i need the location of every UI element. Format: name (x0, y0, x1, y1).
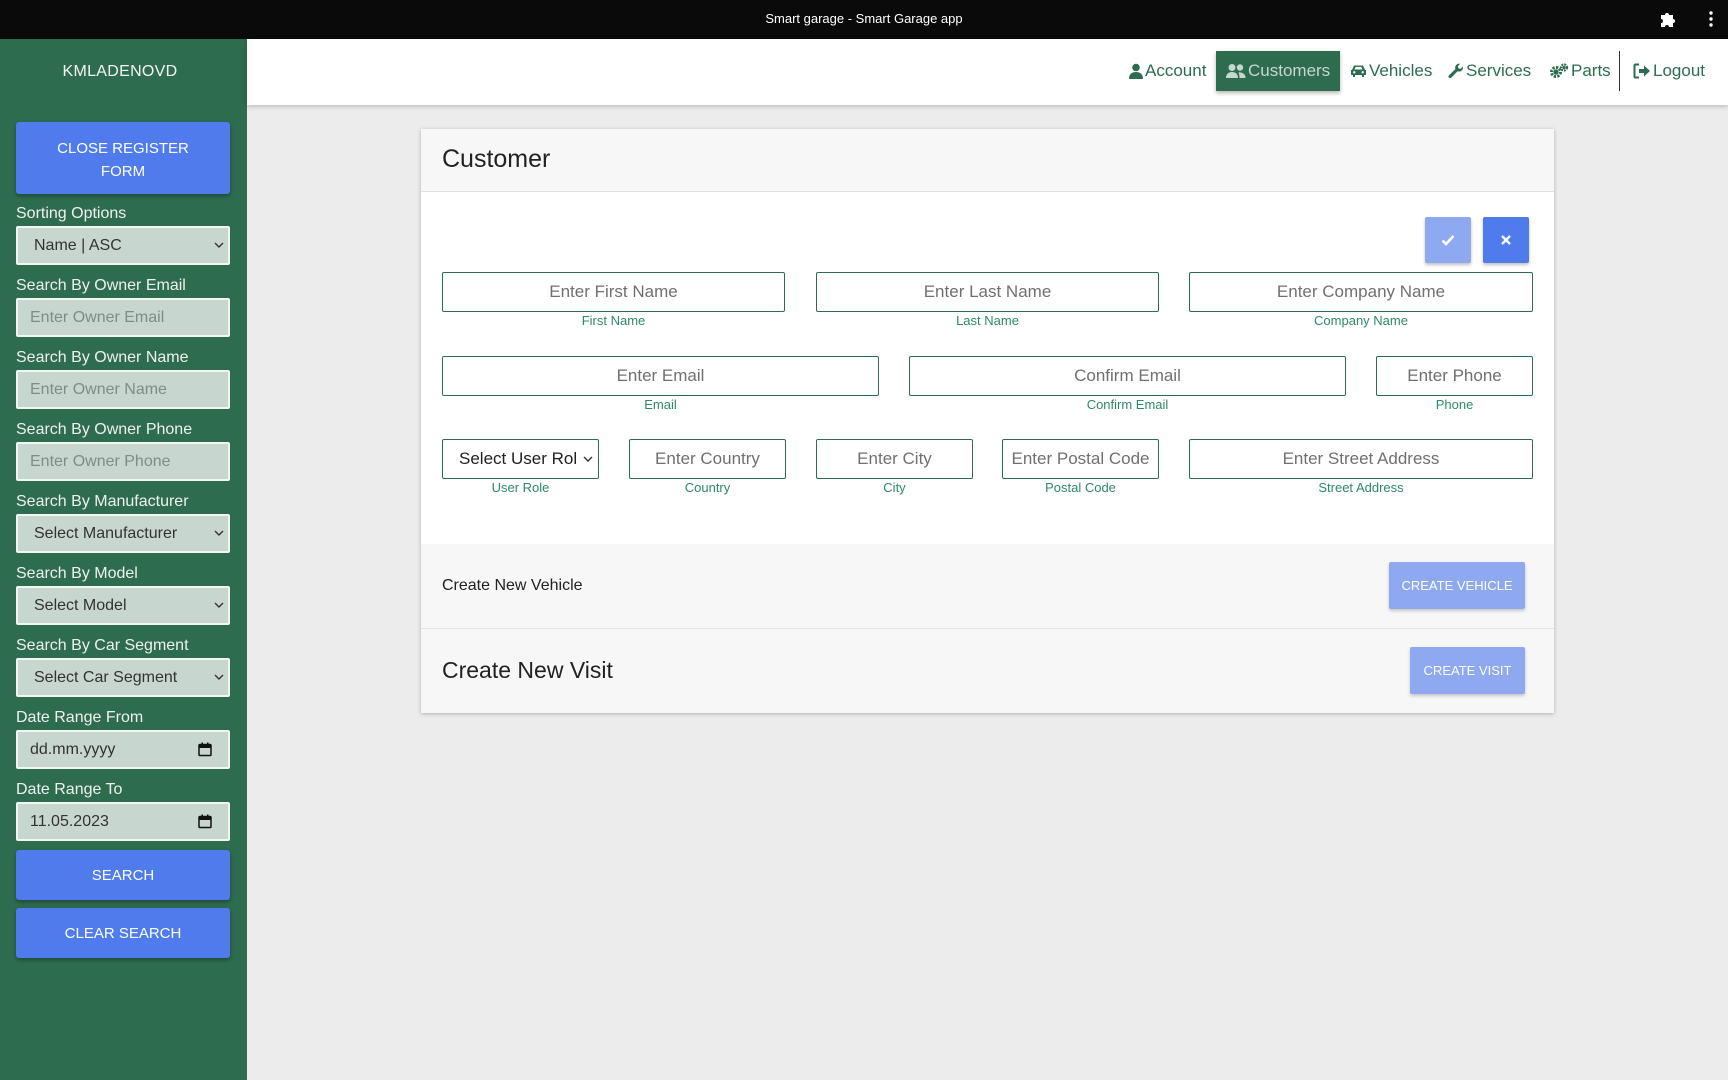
card-header: Customer (421, 129, 1554, 192)
car-segment-label: Search By Car Segment (16, 637, 189, 654)
user-role-select[interactable]: Select User Rol (442, 439, 599, 479)
chevron-down-icon (214, 674, 224, 680)
first-name-label: First Name (581, 313, 646, 328)
user-role-label: User Role (491, 480, 550, 495)
country-input[interactable]: Enter Country (629, 439, 786, 479)
date-from-label: Date Range From (16, 709, 144, 726)
chevron-down-icon (583, 456, 593, 462)
user-icon (1129, 63, 1143, 79)
window-title: Smart garage - Smart Garage app (765, 11, 963, 26)
gears-icon (1550, 63, 1569, 78)
clear-search-button[interactable]: CLEAR SEARCH (16, 908, 230, 958)
create-vehicle-button[interactable]: CREATE VEHICLE (1389, 562, 1525, 609)
owner-email-label: Search By Owner Email (16, 277, 186, 294)
nav-account-label: Account (1145, 61, 1207, 80)
browser-menu-icon[interactable] (1708, 10, 1714, 28)
chevron-down-icon (214, 602, 224, 608)
email-label: Email (644, 397, 677, 412)
create-visit-button[interactable]: CREATE VISIT (1410, 647, 1525, 694)
nav-account[interactable]: Account (1119, 51, 1216, 91)
company-name-input[interactable]: Enter Company Name (1189, 272, 1533, 312)
confirm-button[interactable] (1425, 217, 1471, 263)
card-title: Customer (442, 145, 551, 173)
sorting-options-label: Sorting Options (16, 205, 127, 222)
users-icon (1226, 64, 1246, 78)
manufacturer-label: Search By Manufacturer (16, 493, 189, 510)
street-address-label: Street Address (1318, 480, 1404, 495)
nav-vehicles-label: Vehicles (1369, 61, 1433, 80)
car-segment-value: Select Car Segment (34, 669, 178, 686)
date-to-input[interactable]: 11.05.2023 (16, 802, 230, 841)
calendar-icon[interactable] (198, 814, 212, 829)
phone-input[interactable]: Enter Phone (1376, 356, 1533, 396)
nav-vehicles[interactable]: Vehicles (1340, 51, 1442, 91)
email-input[interactable]: Enter Email (442, 356, 879, 396)
street-address-input[interactable]: Enter Street Address (1189, 439, 1533, 479)
owner-email-input[interactable]: Enter Owner Email (16, 298, 230, 337)
check-icon (1441, 235, 1455, 246)
extensions-puzzle-icon[interactable] (1658, 10, 1676, 28)
date-from-value: dd.mm.yyyy (30, 741, 116, 758)
close-register-form-button[interactable]: CLOSE REGISTER FORM (16, 122, 230, 194)
sorting-options-select[interactable]: Name | ASC (16, 226, 230, 265)
sidebar: KMLADENOVD CLOSE REGISTER FORM Sorting O… (0, 39, 247, 1080)
user-role-value: Select User Rol (459, 449, 578, 468)
sidebar-username: KMLADENOVD (62, 63, 178, 80)
create-visit-section: Create New Visit CREATE VISIT (421, 629, 1554, 713)
nav-parts[interactable]: Parts (1539, 51, 1621, 91)
model-select[interactable]: Select Model (16, 586, 230, 625)
window-titlebar: Smart garage - Smart Garage app (0, 0, 1728, 39)
create-visit-title: Create New Visit (442, 657, 613, 683)
nav-customers[interactable]: Customers (1216, 51, 1341, 91)
manufacturer-select[interactable]: Select Manufacturer (16, 514, 230, 553)
nav-logout-label: Logout (1653, 61, 1705, 80)
date-to-label: Date Range To (16, 781, 123, 798)
close-icon (1501, 235, 1511, 245)
create-vehicle-title: Create New Vehicle (442, 577, 583, 594)
postal-code-label: Postal Code (1045, 480, 1116, 495)
last-name-input[interactable]: Enter Last Name (816, 272, 1159, 312)
logout-icon (1633, 63, 1650, 79)
country-label: Country (684, 480, 731, 495)
calendar-icon[interactable] (198, 742, 212, 757)
manufacturer-value: Select Manufacturer (34, 525, 178, 542)
car-segment-select[interactable]: Select Car Segment (16, 658, 230, 697)
city-input[interactable]: Enter City (816, 439, 973, 479)
chevron-down-icon (214, 530, 224, 536)
owner-name-input[interactable]: Enter Owner Name (16, 370, 230, 409)
date-from-input[interactable]: dd.mm.yyyy (16, 730, 230, 769)
date-to-value: 11.05.2023 (30, 813, 109, 830)
nav-services-label: Services (1466, 61, 1532, 80)
cancel-button[interactable] (1483, 217, 1529, 263)
city-label: City (883, 480, 906, 495)
nav-customers-label: Customers (1248, 61, 1331, 80)
postal-code-input[interactable]: Enter Postal Code (1002, 439, 1159, 479)
confirm-email-input[interactable]: Confirm Email (909, 356, 1346, 396)
nav-parts-label: Parts (1571, 61, 1611, 80)
model-value: Select Model (34, 597, 127, 614)
owner-phone-input[interactable]: Enter Owner Phone (16, 442, 230, 481)
chevron-down-icon (214, 242, 224, 248)
nav-divider (1619, 51, 1620, 91)
confirm-email-label: Confirm Email (1086, 397, 1169, 412)
first-name-input[interactable]: Enter First Name (442, 272, 785, 312)
phone-label: Phone (1435, 397, 1474, 412)
nav-services[interactable]: Services (1438, 51, 1541, 91)
company-name-label: Company Name (1314, 313, 1408, 328)
owner-name-label: Search By Owner Name (16, 349, 189, 366)
nav-logout[interactable]: Logout (1623, 51, 1715, 91)
last-name-label: Last Name (956, 313, 1019, 328)
search-button[interactable]: SEARCH (16, 850, 230, 900)
wrench-icon (1448, 63, 1464, 79)
customer-form-card: Customer Enter First Name First Name Ent… (421, 129, 1554, 713)
create-vehicle-section: Create New Vehicle CREATE VEHICLE (421, 544, 1554, 629)
top-navigation: Account Customers Vehicles Services Part… (247, 39, 1728, 105)
car-icon (1351, 65, 1366, 77)
sorting-options-value: Name | ASC (34, 237, 122, 254)
model-label: Search By Model (16, 565, 138, 582)
owner-phone-label: Search By Owner Phone (16, 421, 193, 438)
